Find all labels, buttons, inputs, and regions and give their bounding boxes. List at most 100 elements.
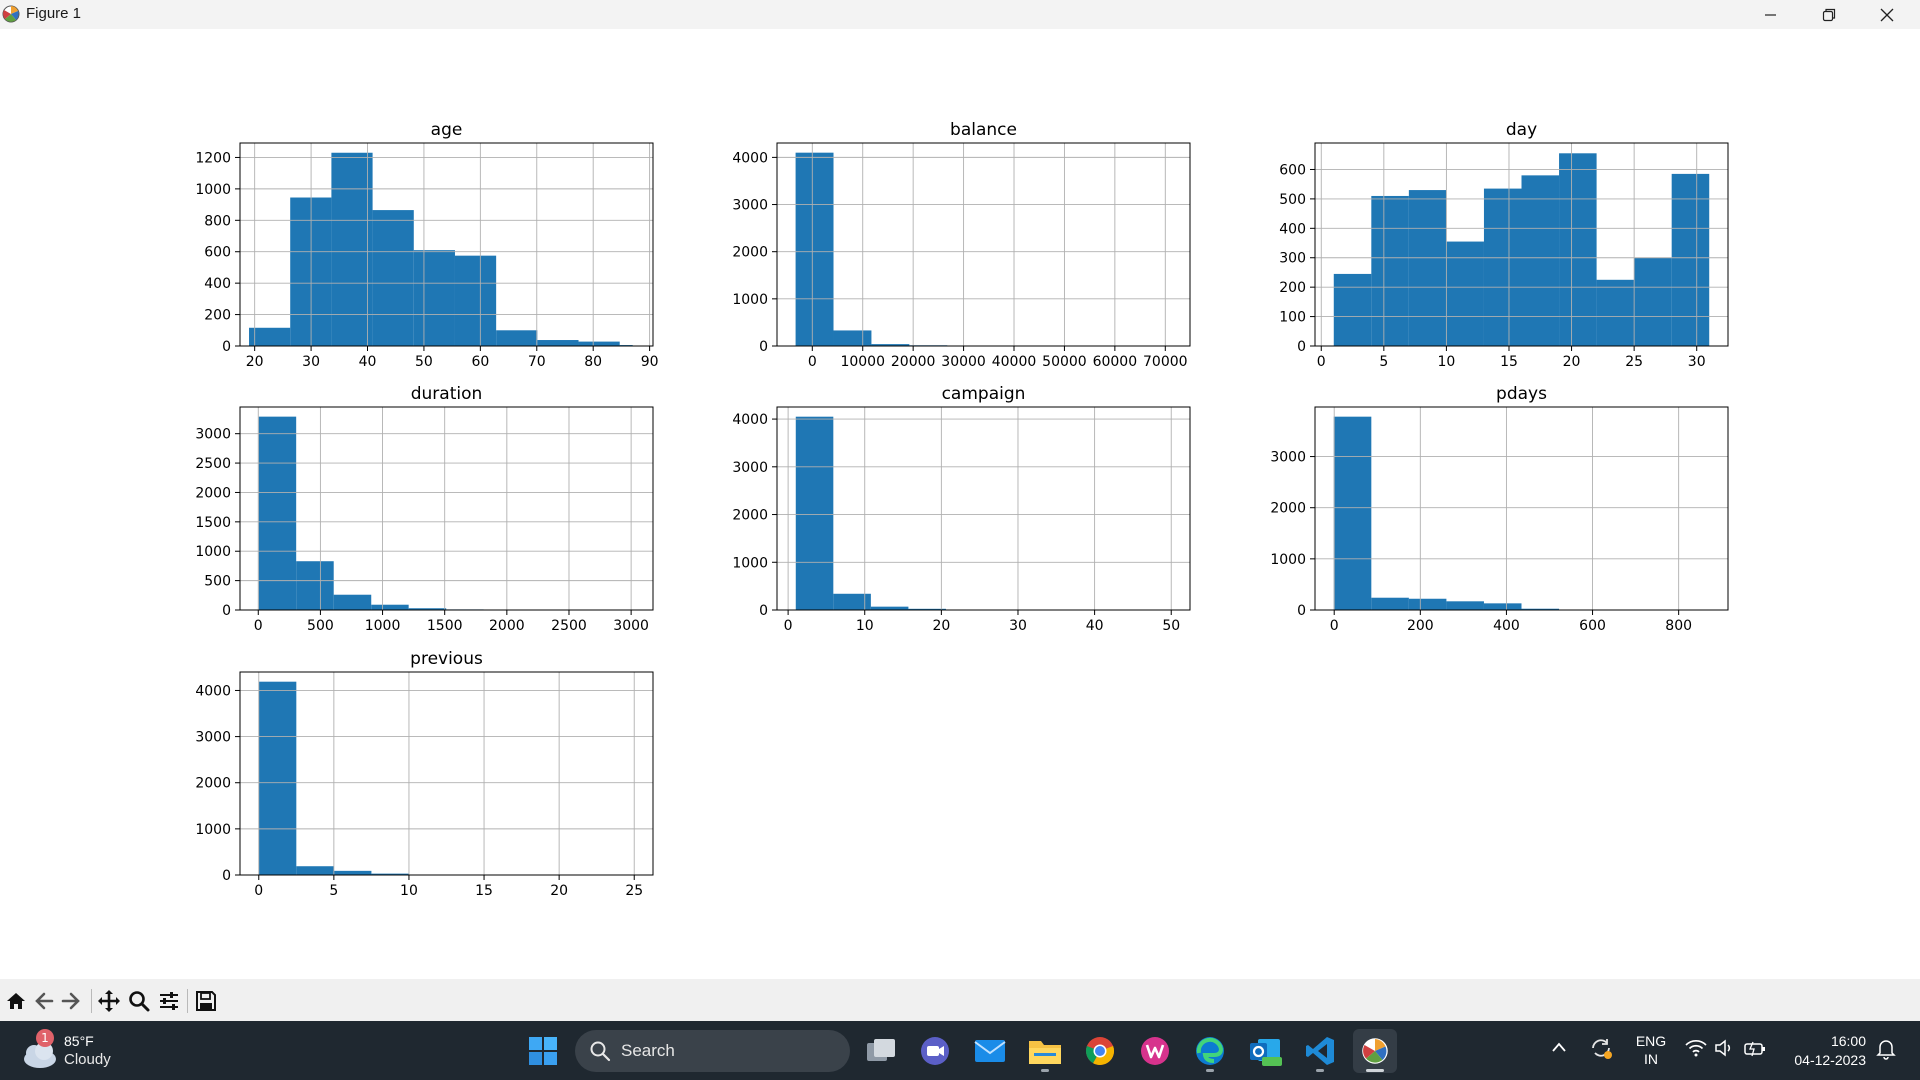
- y-tick-label: 100: [1279, 310, 1306, 326]
- histogram-bar: [870, 606, 909, 610]
- start-button[interactable]: [521, 1029, 565, 1073]
- subplot-age: 20 30 40 50 60 70 80 90 0 200 400 600 800 1000 1200 age: [195, 120, 658, 370]
- volume-button[interactable]: [1714, 1039, 1734, 1057]
- language-indicator[interactable]: ENG IN: [1634, 1032, 1668, 1068]
- y-tick-label: 500: [204, 574, 231, 590]
- teams-button[interactable]: [913, 1029, 957, 1073]
- close-button[interactable]: [1858, 0, 1916, 29]
- battery-icon: [1744, 1041, 1765, 1057]
- matplotlib-figure-icon: [1362, 1038, 1388, 1064]
- home-icon: [7, 993, 25, 1009]
- y-tick-label: 2500: [195, 456, 231, 472]
- y-tick-label: 0: [759, 339, 768, 355]
- pan-button[interactable]: [96, 988, 122, 1014]
- running-indicator: [1316, 1069, 1324, 1072]
- y-tick-label: 0: [1297, 339, 1306, 355]
- battery-button[interactable]: [1744, 1039, 1766, 1057]
- task-view-button[interactable]: [859, 1029, 903, 1073]
- histogram-bar: [333, 594, 372, 610]
- x-tick-label: 5: [329, 883, 338, 899]
- y-tick-label: 400: [1279, 221, 1306, 237]
- weather-widget[interactable]: 1 85°F Cloudy: [14, 1029, 154, 1073]
- y-tick-label: 1000: [195, 182, 231, 198]
- file-explorer-button[interactable]: [1023, 1029, 1067, 1073]
- y-tick-label: 3000: [195, 427, 231, 443]
- matplotlib-app-icon: [2, 5, 20, 23]
- minimize-button[interactable]: [1742, 0, 1800, 29]
- axes-background: [777, 143, 1190, 346]
- toolbar-separator: [91, 989, 92, 1013]
- y-tick-label: 3000: [732, 198, 768, 214]
- y-tick-label: 2000: [195, 485, 231, 501]
- region-code: IN: [1644, 1051, 1658, 1067]
- running-indicator: [1206, 1069, 1214, 1072]
- mail-button[interactable]: [968, 1029, 1012, 1073]
- notification-badge: 1: [36, 1029, 54, 1047]
- y-tick-label: 1500: [195, 515, 231, 531]
- save-icon: [196, 991, 216, 1011]
- x-tick-label: 70000: [1143, 354, 1188, 370]
- x-tick-label: 30: [1688, 354, 1706, 370]
- active-indicator: [1366, 1069, 1384, 1072]
- configure-subplots-button[interactable]: [156, 988, 182, 1014]
- histogram-bar: [1408, 190, 1447, 346]
- subplot-title: day: [1506, 120, 1537, 140]
- notifications-button[interactable]: [1876, 1038, 1896, 1060]
- matplotlib-figure-button[interactable]: [1353, 1029, 1397, 1073]
- x-tick-label: 15: [475, 883, 493, 899]
- outlook-new-button[interactable]: [1243, 1029, 1287, 1073]
- x-tick-label: 20: [1563, 354, 1581, 370]
- sync-status-button[interactable]: [1589, 1036, 1613, 1060]
- outlook-new-icon: [1250, 1039, 1282, 1066]
- x-tick-label: 25: [1625, 354, 1643, 370]
- y-tick-label: 500: [1279, 192, 1306, 208]
- network-button[interactable]: [1685, 1039, 1707, 1057]
- wps-office-button[interactable]: [1133, 1029, 1177, 1073]
- back-button[interactable]: [31, 988, 57, 1014]
- subplot-balance: 0 10000 20000 30000 40000 50000 60000 70000 0 100…: [732, 120, 1191, 370]
- teams-icon: [921, 1037, 949, 1065]
- running-indicator: [1041, 1069, 1049, 1072]
- x-tick-label: 0: [808, 354, 817, 370]
- histogram-bar: [833, 593, 871, 610]
- show-hidden-icons-button[interactable]: [1551, 1041, 1567, 1053]
- wps-office-icon: [1141, 1037, 1169, 1065]
- save-button[interactable]: [193, 988, 219, 1014]
- x-tick-label: 0: [254, 883, 263, 899]
- y-tick-label: 0: [222, 603, 231, 619]
- figure-canvas[interactable]: 20 30 40 50 60 70 80 90 0 200 400 600 800 1000 1200 age…: [0, 29, 1920, 979]
- chrome-button[interactable]: [1078, 1029, 1122, 1073]
- x-tick-label: 60000: [1093, 354, 1138, 370]
- histogram-bar: [1333, 416, 1372, 610]
- histogram-bar: [249, 327, 291, 346]
- histogram-bar: [1521, 175, 1560, 346]
- zoom-button[interactable]: [126, 988, 152, 1014]
- x-tick-label: 30000: [941, 354, 986, 370]
- restore-icon: [1822, 8, 1836, 21]
- x-tick-label: 90: [641, 354, 659, 370]
- configure-subplots-icon: [160, 992, 178, 1010]
- histogram-bar: [1483, 188, 1522, 346]
- histogram-bar: [1483, 603, 1522, 610]
- histogram-bar: [795, 152, 834, 346]
- edge-button[interactable]: [1188, 1029, 1232, 1073]
- histogram-bar: [1559, 153, 1597, 346]
- subplot-title: previous: [410, 649, 483, 669]
- clock[interactable]: 16:00 04-12-2023: [1776, 1032, 1866, 1070]
- search-bar[interactable]: Search: [575, 1030, 850, 1072]
- histogram-grid: 20 30 40 50 60 70 80 90020040060080010001200age…: [195, 120, 1729, 899]
- restore-button[interactable]: [1800, 0, 1858, 29]
- vscode-button[interactable]: [1298, 1029, 1342, 1073]
- chrome-icon: [1085, 1037, 1115, 1065]
- y-tick-label: 0: [759, 603, 768, 619]
- subplot-title: age: [431, 120, 463, 140]
- subplot-duration: 0 500 1000 1500 2000 2500 3000 0 500 1000 1500 2000…: [195, 384, 654, 634]
- x-tick-label: 60: [471, 354, 489, 370]
- home-button[interactable]: [3, 988, 29, 1014]
- y-tick-label: 1000: [195, 822, 231, 838]
- histogram-bar: [795, 416, 834, 610]
- x-tick-label: 5: [1379, 354, 1388, 370]
- histogram-bar: [296, 561, 334, 610]
- forward-arrow-icon: [61, 992, 80, 1010]
- forward-button[interactable]: [58, 988, 84, 1014]
